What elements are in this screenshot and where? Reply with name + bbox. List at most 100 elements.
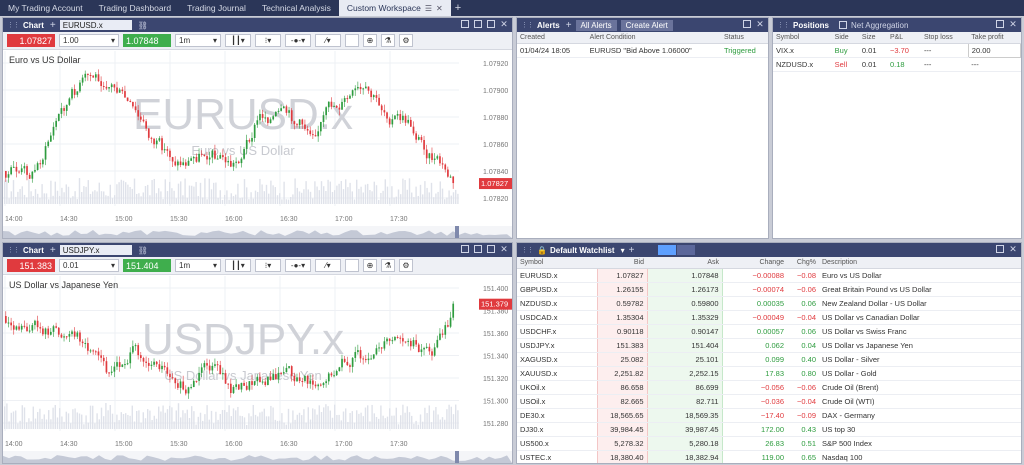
watchlist-bid[interactable]: 5,278.32: [596, 436, 648, 451]
chart-canvas[interactable]: 151.400 151.380 151.360 151.340 151.320 151.3…: [3, 276, 512, 463]
watchlist-bid[interactable]: 1.07827: [596, 268, 648, 283]
watchlist-bid[interactable]: 18,380.40: [596, 450, 648, 463]
col-symbol[interactable]: Symbol: [773, 32, 832, 44]
flask-icon[interactable]: ⚗: [381, 259, 395, 272]
col-chg-pct[interactable]: Chg%: [787, 257, 819, 269]
popout-icon[interactable]: [996, 245, 1004, 253]
tab-trading-journal[interactable]: Trading Journal: [179, 0, 254, 16]
pos-sl[interactable]: ---: [920, 57, 969, 72]
close-icon[interactable]: ✕: [500, 245, 508, 254]
navigator-handle[interactable]: [455, 451, 459, 463]
watchlist-ask[interactable]: 25.101: [646, 352, 723, 367]
watchlist-ask[interactable]: 39,987.45: [646, 422, 723, 437]
quantity-input[interactable]: 1.00 ▾: [59, 34, 119, 47]
navigator-handle[interactable]: [455, 226, 459, 238]
table-row[interactable]: NZDUSD.x Sell 0.01 0.18 --- ---: [773, 57, 1021, 72]
timeframe-select[interactable]: 1m ▾: [175, 259, 221, 272]
tab-technical-analysis[interactable]: Technical Analysis: [254, 0, 339, 16]
table-row[interactable]: US500.x 5,278.32 5,280.18 26.83 0.51 S&P 500 …: [517, 436, 1021, 451]
watchlist-bid[interactable]: 0.59782: [596, 296, 648, 311]
watchlist-ask[interactable]: 1.07848: [646, 268, 723, 283]
close-icon[interactable]: ✕: [756, 20, 764, 29]
square-icon[interactable]: [345, 34, 359, 47]
add-tab-icon[interactable]: +: [451, 0, 465, 16]
watchlist-ask[interactable]: 0.59800: [646, 296, 723, 311]
quantity-input[interactable]: 0.01 ▾: [59, 259, 119, 272]
col-side[interactable]: Side: [831, 32, 859, 44]
pos-tp[interactable]: ---: [968, 57, 1021, 72]
watchlist-bid[interactable]: 86.658: [596, 380, 648, 395]
buy-button[interactable]: 151.404: [123, 259, 171, 272]
watchlist-ask[interactable]: 18,382.94: [646, 450, 723, 463]
all-alerts-filter[interactable]: All Alerts: [575, 19, 617, 31]
table-row[interactable]: USDCHF.x 0.90118 0.90147 0.00057 0.06 US Doll…: [517, 324, 1021, 339]
draw-line-icon[interactable]: ⁄▾: [315, 34, 341, 47]
cursor-icon[interactable]: -●-▾: [285, 34, 311, 47]
col-condition[interactable]: Alert Condition: [586, 32, 721, 44]
square-icon[interactable]: [345, 259, 359, 272]
restore-icon[interactable]: [474, 20, 482, 28]
chart-canvas[interactable]: 1.07920 1.07900 1.07880 1.07860 1.07840 1.078…: [3, 51, 512, 238]
table-row[interactable]: USTEC.x 18,380.40 18,382.94 119.00 0.65 Nasda…: [517, 450, 1021, 463]
create-alert-button[interactable]: Create Alert: [620, 19, 673, 31]
gear-icon[interactable]: ⚙: [399, 34, 413, 47]
col-created[interactable]: Created: [517, 32, 587, 44]
close-icon[interactable]: ✕: [1009, 20, 1017, 29]
add-icon[interactable]: +: [50, 245, 56, 256]
watchlist-bid[interactable]: 82.665: [596, 394, 648, 409]
maximize-icon[interactable]: [487, 20, 495, 28]
tab-my-trading-account[interactable]: My Trading Account: [0, 0, 91, 16]
add-icon[interactable]: +: [50, 20, 56, 31]
buy-button[interactable]: 1.07848: [123, 34, 171, 47]
watchlist-bid[interactable]: 1.26155: [596, 282, 648, 297]
popout-icon[interactable]: [461, 20, 469, 28]
watchlist-title[interactable]: Default Watchlist: [550, 246, 615, 255]
watchlist-bid[interactable]: 25.082: [596, 352, 648, 367]
table-row[interactable]: XAUUSD.x 2,251.82 2,252.15 17.83 0.80 US Doll…: [517, 366, 1021, 381]
watchlist-bid[interactable]: 151.383: [596, 338, 648, 353]
watchlist-ask[interactable]: 1.26173: [646, 282, 723, 297]
indicators-icon[interactable]: ⁝▾: [255, 259, 281, 272]
watchlist-ask[interactable]: 151.404: [646, 338, 723, 353]
watchlist-bid[interactable]: 18,565.65: [596, 408, 648, 423]
col-ask[interactable]: Ask: [647, 257, 722, 269]
drag-handle-icon[interactable]: ⋮⋮: [521, 21, 534, 29]
table-row[interactable]: UKOil.x 86.658 86.699 −0.056 −0.06 Crude Oil …: [517, 380, 1021, 395]
tab-trading-dashboard[interactable]: Trading Dashboard: [91, 0, 179, 16]
zoom-icon[interactable]: ⊕: [363, 34, 377, 47]
close-icon[interactable]: ✕: [500, 20, 508, 29]
chevron-down-icon[interactable]: ▾: [621, 246, 625, 255]
gear-icon[interactable]: ⚙: [399, 259, 413, 272]
table-row[interactable]: XAGUSD.x 25.082 25.101 0.099 0.40 US Dollar -…: [517, 352, 1021, 367]
watchlist-bid[interactable]: 2,251.82: [596, 366, 648, 381]
table-row[interactable]: 01/04/24 18:05 EURUSD "Bid Above 1.06000"…: [517, 43, 768, 58]
zoom-icon[interactable]: ⊕: [363, 259, 377, 272]
watchlist-ask[interactable]: 82.711: [646, 394, 723, 409]
table-row[interactable]: USDJPY.x 151.383 151.404 0.062 0.04 US Dollar…: [517, 338, 1021, 353]
col-symbol[interactable]: Symbol: [517, 257, 597, 269]
close-icon[interactable]: ✕: [1009, 245, 1017, 254]
add-icon[interactable]: +: [629, 245, 635, 256]
drag-handle-icon[interactable]: ⋮⋮: [7, 21, 20, 29]
watchlist-ask[interactable]: 5,280.18: [646, 436, 723, 451]
watchlist-ask[interactable]: 2,252.15: [646, 366, 723, 381]
drag-handle-icon[interactable]: ⋮⋮: [777, 21, 790, 29]
maximize-icon[interactable]: [487, 245, 495, 253]
restore-icon[interactable]: [474, 245, 482, 253]
symbol-input[interactable]: USDJPY.x: [59, 245, 132, 255]
col-description[interactable]: Description: [819, 257, 1021, 269]
grid-view-icon[interactable]: [677, 245, 696, 255]
col-status[interactable]: Status: [720, 32, 768, 44]
checkbox[interactable]: [839, 21, 848, 29]
popout-icon[interactable]: [743, 20, 751, 28]
pos-sl[interactable]: ---: [920, 43, 969, 58]
cursor-icon[interactable]: -●-▾: [285, 259, 311, 272]
menu-icon[interactable]: ☰: [425, 4, 432, 13]
popout-icon[interactable]: [461, 245, 469, 253]
flask-icon[interactable]: ⚗: [381, 34, 395, 47]
candle-type-icon[interactable]: ┃┃▾: [225, 34, 251, 47]
watchlist-bid[interactable]: 1.35304: [596, 310, 648, 325]
link-icon[interactable]: ⛓: [138, 246, 148, 255]
col-stop-loss[interactable]: Stop loss: [920, 32, 969, 44]
tab-custom-workspace[interactable]: Custom Workspace ☰ ✕: [338, 0, 451, 16]
